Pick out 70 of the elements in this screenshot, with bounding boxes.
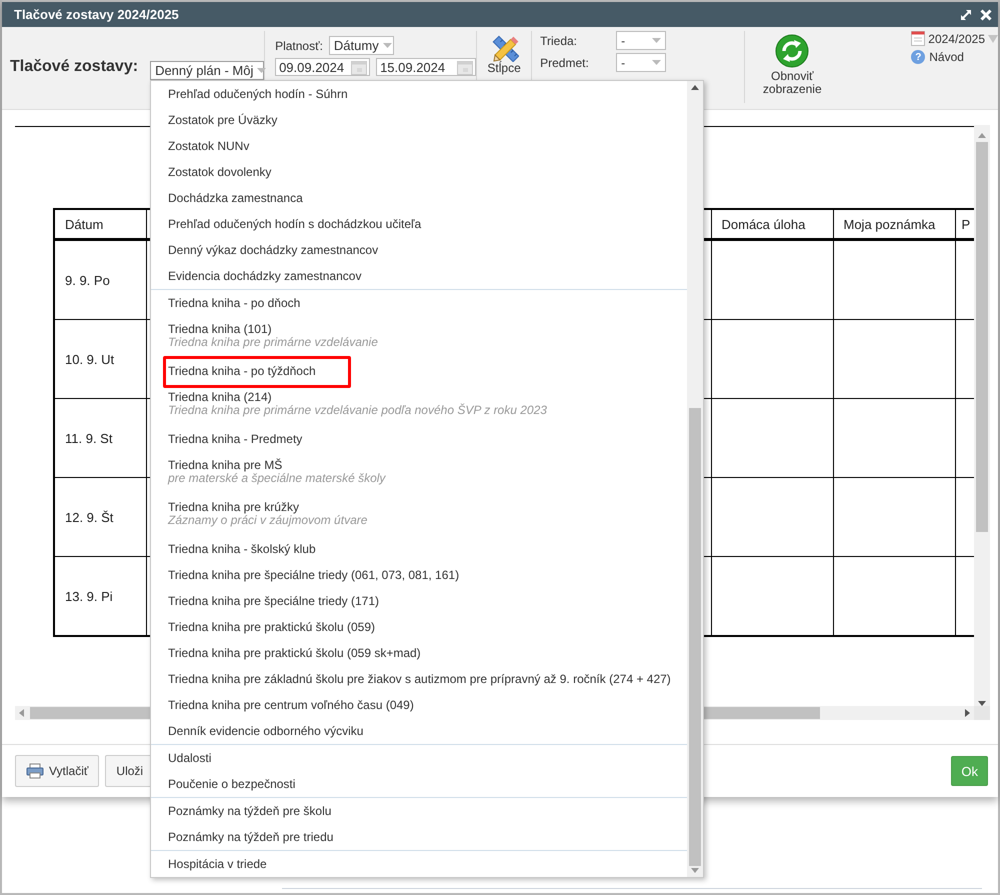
report-select[interactable]: Denný plán - Môj [150,61,264,80]
column-header: Domáca úloha [711,209,833,240]
scroll-up-icon[interactable] [691,85,699,90]
item-description: Záznamy o práci v záujmovom útvare [168,514,368,529]
menu-item[interactable]: Triedna kniha pre krúžky Záznamy o práci v záujmovom útvare [151,494,687,536]
print-button[interactable]: Vytlačiť [15,755,100,787]
column-header: Dátum [54,209,146,240]
class-select[interactable]: - [616,31,666,50]
menu-item[interactable]: Zostatok dovolenky [151,159,687,185]
menu-item[interactable]: Zostatok pre Úväzky [151,107,687,133]
menu-item[interactable]: Triedna kniha pre základnú školu pre žiakov s autizmom pre prípravný až 9. ročník (274 + 427) [151,666,687,692]
help-link[interactable]: Návod [929,50,964,64]
calendar-icon [457,60,474,74]
table-cell: 9. 9. Po [54,240,146,320]
menu-item[interactable]: Dochádzka zamestnanca [151,185,687,211]
menu-item[interactable]: Denný výkaz dochádzky zamestnancov [151,237,687,263]
field-label: Platnosť: [275,38,323,52]
menu-item[interactable]: Triedna kniha - po týždňoch [151,358,687,384]
menu-item[interactable]: Triedna kniha - školský klub [151,536,687,562]
item-description: pre materské a špeciálne materské školy [168,472,387,487]
refresh-button[interactable]: Obnoviť zobrazenie [757,34,828,103]
subject-select[interactable]: - [616,53,666,72]
menu-item[interactable]: Triedna kniha (214) Triedna kniha pre primárne vzdelávanie podľa nového ŠVP z roku 2023 [151,384,687,426]
scroll-right-icon[interactable] [965,709,970,717]
menu-item[interactable]: Poznámky na týždeň pre triedu [151,824,687,850]
table-cell: 11. 9. St [54,398,146,478]
item-description: Triedna kniha pre primárne vzdelávanie [168,336,379,351]
scrollbar[interactable] [687,81,703,877]
date-field[interactable]: 09.09.2024 [275,58,370,76]
menu-item[interactable]: Hospitácia v triede [151,851,687,877]
menu-item[interactable]: Triedna kniha (101) Triedna kniha pre primárne vzdelávanie [151,316,687,358]
menu-item[interactable]: Triedna kniha pre praktickú školu (059 sk+mad) [151,640,687,666]
scrollbar-thumb[interactable] [689,408,701,866]
close-icon[interactable] [980,8,992,20]
validity-select[interactable]: Dátumy [328,36,394,55]
caret-icon [652,38,662,43]
table-cell: 10. 9. Ut [54,320,146,398]
column-header: Moja poznámka [833,209,955,240]
printer-icon [26,763,44,779]
school-year-select[interactable]: 2024/2025 [911,31,998,46]
menu-item[interactable]: Triedna kniha pre špeciálne triedy (171) [151,588,687,614]
scrollbar[interactable] [974,125,990,706]
columns-button[interactable]: Stĺpce [487,32,521,75]
calendar-icon [351,60,368,74]
report-label: Tlačové zostavy: [10,58,138,76]
menu-item[interactable]: Triedna kniha pre MŠ pre materské a špeciálne materské školy [151,452,687,494]
field-label: Trieda: [540,34,578,48]
scrollbar-thumb[interactable] [976,142,988,532]
item-description: Triedna kniha pre primárne vzdelávanie podľa nového ŠVP z roku 2023 [168,404,548,419]
caret-icon [652,60,662,65]
calendar-icon [911,31,926,46]
date-field[interactable]: 15.09.2024 [376,58,476,76]
caret-icon [257,68,266,73]
menu-item[interactable]: Poznámky na týždeň pre školu [151,798,687,824]
menu-item[interactable]: Triedna kniha - po dňoch [151,290,687,316]
expand-icon[interactable] [960,8,972,20]
menu-item[interactable]: Triedna kniha pre centrum voľného času (049) [151,692,687,718]
menu-item[interactable]: Triedna kniha pre praktickú školu (059) [151,614,687,640]
caret-icon [382,43,392,48]
menu-item[interactable]: Triedna kniha pre špeciálne triedy (061, 073, 081, 161) [151,562,687,588]
menu-item[interactable]: Prehľad odučených hodín - Súhrn [151,81,687,107]
refresh-icon [775,34,810,68]
table-cell: 12. 9. Št [54,478,146,556]
scroll-left-icon[interactable] [19,709,24,717]
menu-item[interactable]: Triedna kniha - Predmety [151,426,687,452]
menu-item[interactable]: Zostatok NUNv [151,133,687,159]
menu-item[interactable]: Denník evidencie odborného výcviku [151,718,687,744]
window-title: Tlačové zostavy 2024/2025 [14,7,180,22]
field-label: Predmet: [540,56,590,70]
menu-item[interactable]: Evidencia dochádzky zamestnancov [151,263,687,289]
